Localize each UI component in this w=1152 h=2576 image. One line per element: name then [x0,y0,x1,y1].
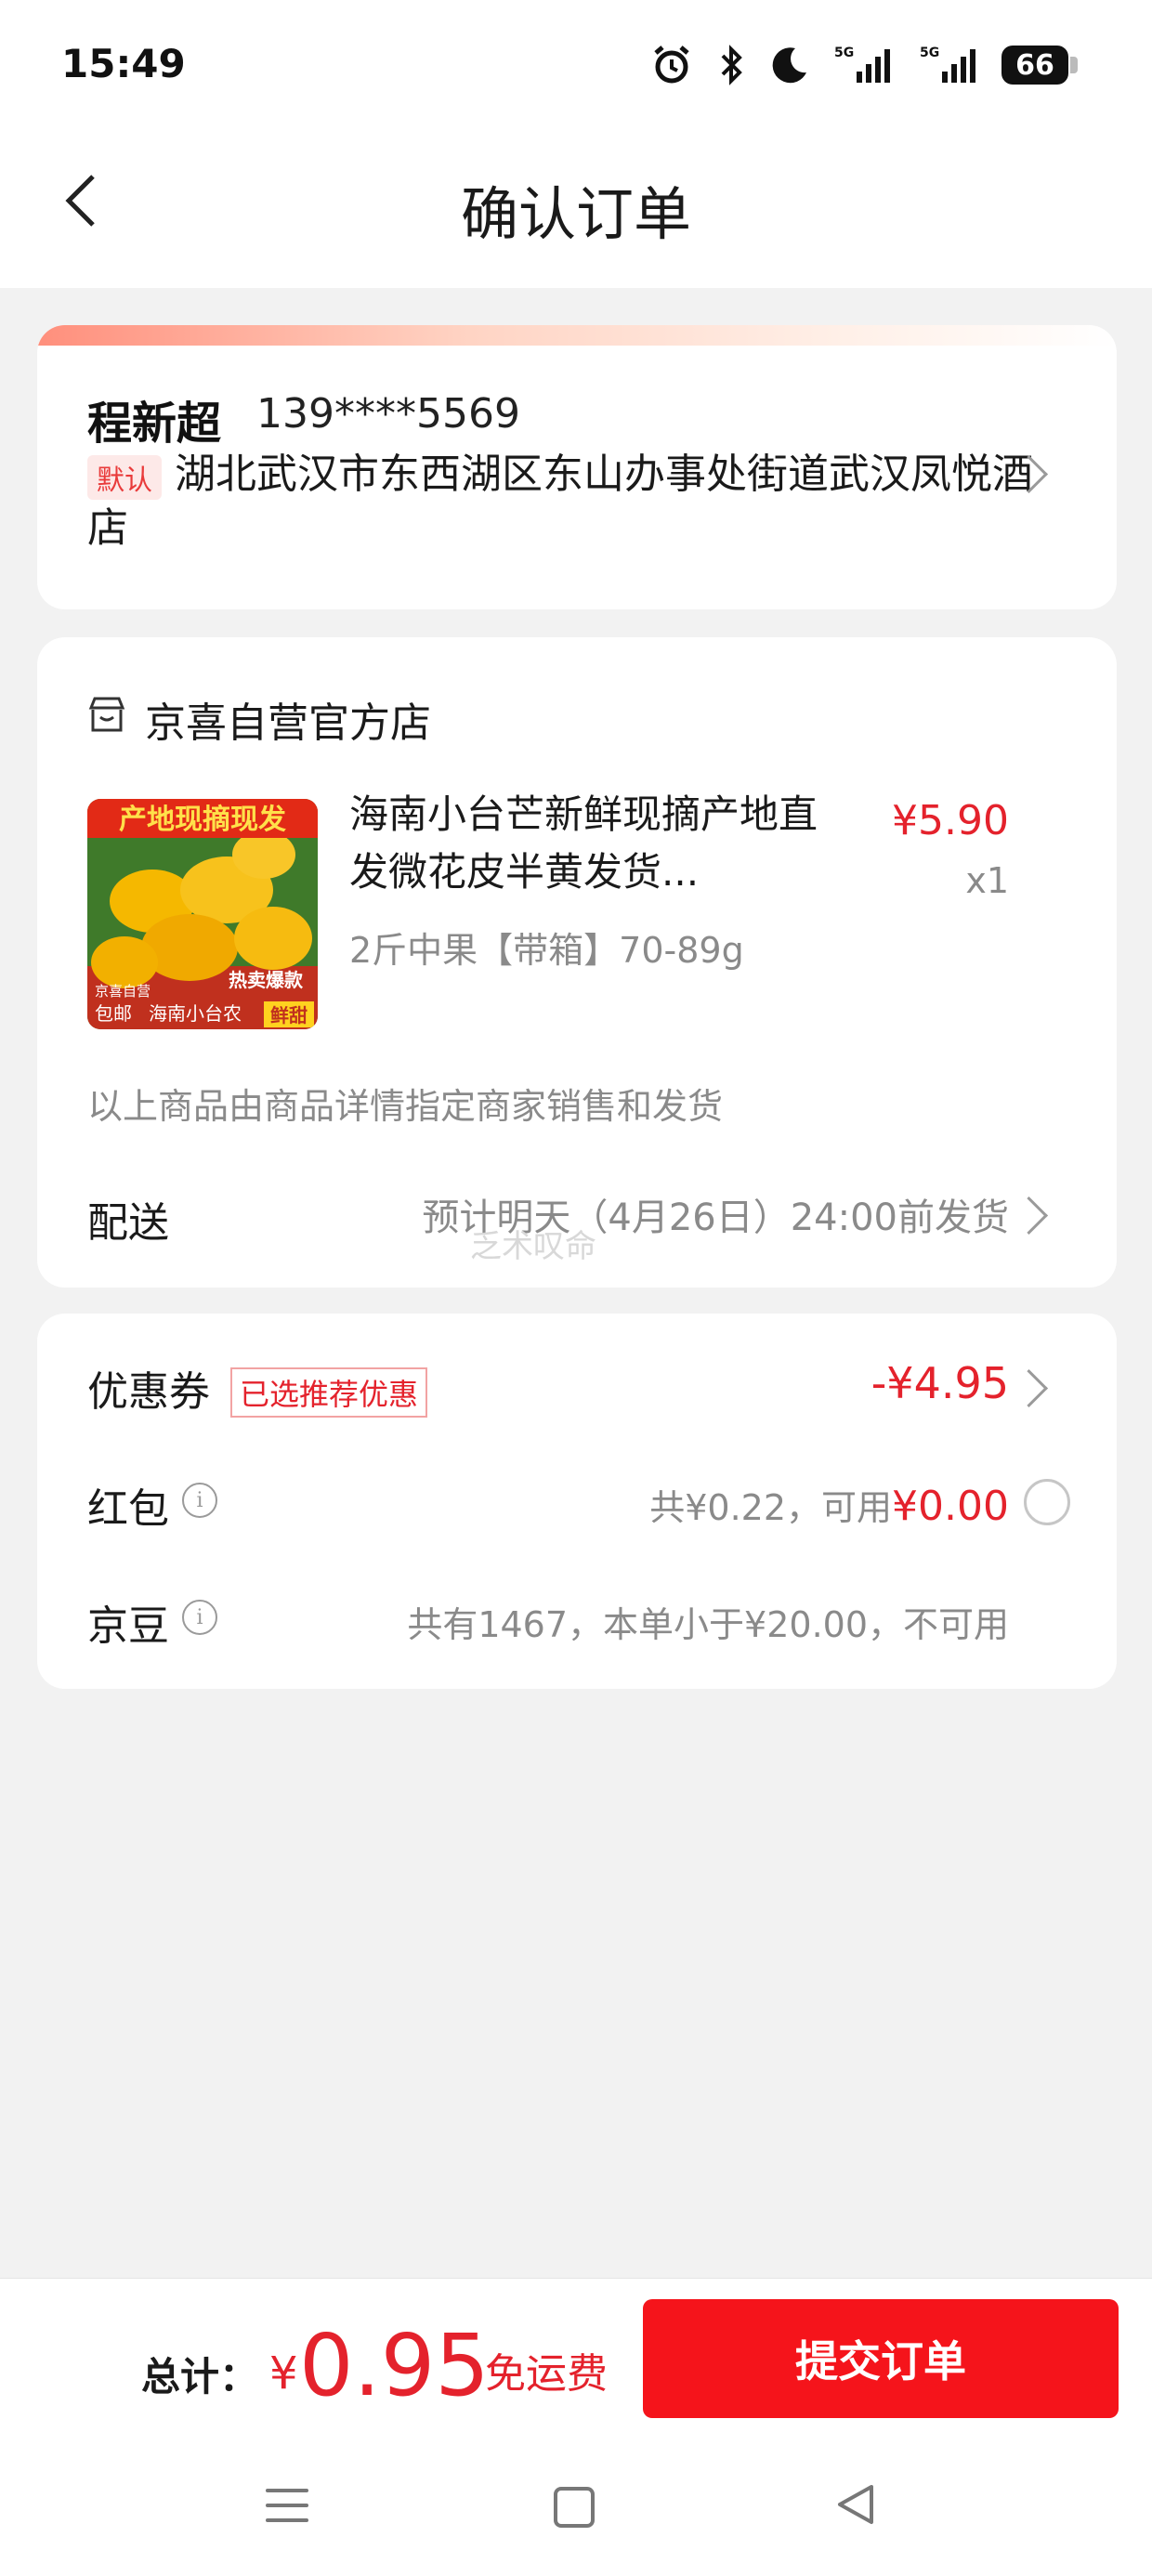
product-price: ¥5.90 [892,797,1009,844]
total-label: 总计： [141,2354,259,2399]
total-amount: 0.95 [299,2316,490,2415]
red-packet-label: 红包 [87,1485,169,1533]
chevron-right-icon[interactable] [1009,1368,1049,1408]
do-not-disturb-moon-icon [772,47,806,84]
product-title[interactable]: 海南小台芒新鲜现摘产地直发微花皮半黄发货... [349,786,851,901]
coupon-recommended-tag: 已选推荐优惠 [230,1367,428,1418]
recipient-phone: 139****5569 [256,390,520,438]
alarm-icon [654,46,689,84]
product-image-hot-badge: 热卖爆款 [229,969,304,991]
product-spec: 2斤中果【带箱】70-89g [349,930,744,971]
nav-menu-icon[interactable] [266,2489,308,2533]
status-time: 15:49 [61,41,186,86]
product-image[interactable]: 产地现摘现发 热卖爆款 京喜自营 包邮 海南小台农 鲜甜 [87,799,318,1029]
product-image-origin-badge: 海南小台农 [149,1002,242,1025]
address-card[interactable]: 程新超 139****5569 湖北武汉市东西湖区东山办事处街道武汉凤悦酒店 默… [37,325,1117,609]
red-packet-value: ¥0.00 [892,1483,1009,1530]
chevron-right-icon[interactable] [1009,1196,1049,1236]
coupon-value[interactable]: -¥4.95 [871,1358,1009,1408]
jd-bean-label: 京豆 [87,1602,169,1650]
bluetooth-icon [721,45,742,85]
total-currency: ¥ [269,2347,298,2399]
red-packet-text: 共¥0.22，可用 [649,1487,893,1528]
discounts-card: 优惠券 已选推荐优惠 -¥4.95 红包 i 共¥0.22，可用¥0.00 京豆… [37,1314,1117,1689]
free-shipping-label: 免运费 [485,2350,608,2398]
product-image-sweet-badge: 鲜甜 [270,1004,308,1026]
svg-text:5G: 5G [834,46,854,60]
product-image-self-badge: 京喜自营 [95,983,151,1000]
address-card-accent [37,325,1117,346]
shipping-label: 配送 [87,1199,169,1247]
signal-5g-icon-2: 5G [920,46,975,83]
signal-5g-icon: 5G [834,46,890,83]
store-card: 京喜自营官方店 产地现摘现发 热卖爆款 京喜自营 包邮 海南小台农 鲜甜 海南小… [37,637,1117,1288]
product-quantity: x1 [965,860,1009,901]
battery-icon: 66 [1001,46,1078,85]
recipient-name: 程新超 [87,398,222,450]
nav-back-icon[interactable] [834,2481,877,2528]
checkout-bar: 总计： ¥ 0.95 免运费 提交订单 [0,2278,1152,2576]
submit-order-button[interactable]: 提交订单 [643,2299,1119,2418]
svg-text:5G: 5G [920,46,939,60]
page-title: 确认订单 [460,180,691,248]
nav-home-icon[interactable] [554,2487,595,2528]
address-line: 湖北武汉市东西湖区东山办事处街道武汉凤悦酒店 [87,451,1033,552]
store-icon [88,697,125,732]
product-image-free-badge: 包邮 [95,1002,132,1025]
default-address-tag: 默认 [87,455,162,500]
seller-note: 以上商品由商品详情指定商家销售和发货 [87,1086,724,1127]
jd-bean-summary: 共有1467，本单小于¥20.00，不可用 [407,1604,1009,1645]
top-bar: 15:49 5G 5G 66 确认订单 [0,0,1152,288]
red-packet-summary: 共¥0.22，可用¥0.00 [649,1479,1009,1530]
coupon-label: 优惠券 [87,1368,210,1416]
store-name[interactable]: 京喜自营官方店 [145,689,431,749]
info-icon[interactable]: i [182,1483,217,1518]
info-icon[interactable]: i [182,1600,217,1635]
watermark-text: 乏术叹命 [470,1228,596,1265]
product-image-banner: 产地现摘现发 [119,804,286,836]
red-packet-radio[interactable] [1024,1479,1070,1525]
status-icons: 5G 5G 66 [650,37,1078,93]
